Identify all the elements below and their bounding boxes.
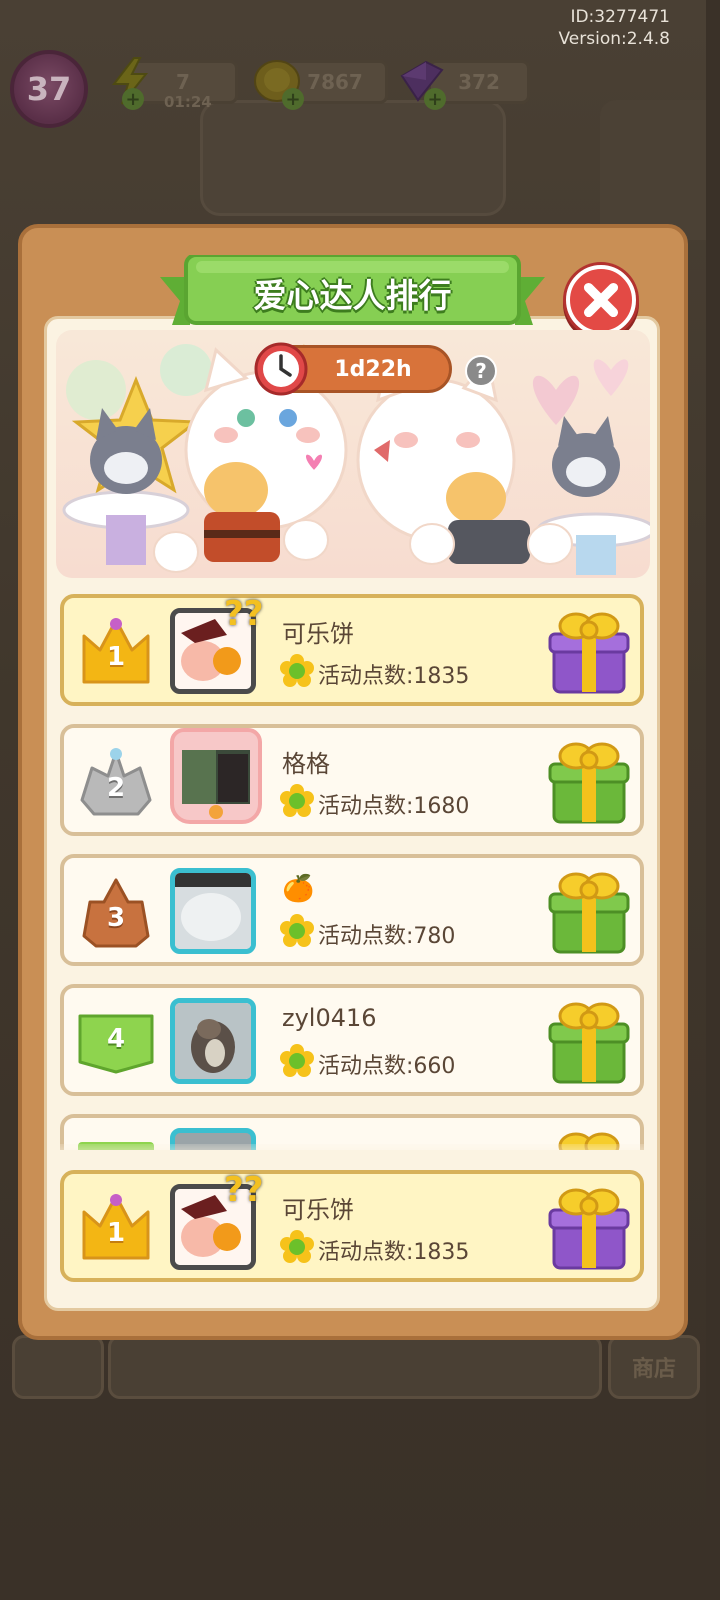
ranking-list[interactable]: 1 ?? 可乐饼 活动点数:1835 2 格格 活动点数:1680 3 🍊 活动…	[56, 590, 650, 1150]
list-fade	[56, 1144, 650, 1164]
player-id: ID:3277471	[570, 7, 670, 27]
ranking-row[interactable]: 1 ?? 可乐饼 活动点数:1835	[60, 594, 644, 706]
flower-icon	[280, 654, 314, 687]
help-icon: ?	[475, 359, 487, 383]
question-decoration: ??	[224, 1170, 264, 1210]
close-button[interactable]	[566, 265, 636, 335]
add-coin-icon: +	[282, 88, 304, 110]
my-rank-number: 1	[106, 1218, 126, 1248]
clock-icon	[254, 342, 308, 396]
avatar[interactable]	[170, 998, 256, 1084]
avatar-image	[175, 873, 251, 949]
ranking-row[interactable]: 2 格格 活动点数:1680	[60, 724, 644, 836]
shop-button: 商店	[608, 1335, 700, 1399]
gem-value: 372	[458, 70, 500, 94]
rank-number: 2	[106, 773, 126, 803]
flower-icon	[280, 1230, 314, 1263]
flower-icon	[280, 784, 314, 817]
rank-number: 4	[106, 1024, 126, 1054]
countdown-text: 1d22h	[334, 356, 412, 382]
version-label: Version:2.4.8	[558, 29, 671, 49]
rank-number: 1	[106, 642, 126, 672]
add-gem-icon: +	[424, 88, 446, 110]
ranking-row[interactable]: 3 🍊 活动点数:780	[60, 854, 644, 966]
avatar[interactable]	[170, 868, 256, 954]
player-level: 37	[26, 70, 72, 108]
my-player-name: 可乐饼	[282, 1196, 354, 1224]
my-rank-row: 1 ?? 可乐饼 活动点数:1835	[60, 1170, 644, 1282]
modal-title-wrap: 爱心达人排行	[160, 255, 545, 333]
question-decoration: ??	[224, 594, 264, 634]
purple-gift-icon[interactable]	[544, 1182, 634, 1272]
avatar-image	[175, 1003, 251, 1079]
ranking-row[interactable]: 4 zyl0416 活动点数:660	[60, 984, 644, 1096]
player-name: zyl0416	[282, 1004, 377, 1032]
player-name: 格格	[282, 750, 330, 778]
add-energy-icon: +	[122, 88, 144, 110]
player-level-badge: 37	[10, 50, 88, 128]
rank-number: 3	[106, 903, 126, 933]
build-info: ID:3277471 Version:2.4.8	[559, 6, 671, 50]
my-activity-points: 活动点数:1835	[318, 1240, 470, 1265]
activity-points: 活动点数:1680	[318, 794, 470, 819]
avatar[interactable]	[170, 728, 262, 824]
flower-icon	[280, 1044, 314, 1077]
activity-points: 活动点数:780	[318, 924, 456, 949]
flower-icon	[280, 914, 314, 947]
activity-points: 活动点数:1835	[318, 664, 470, 689]
green-gift-icon[interactable]	[544, 996, 634, 1086]
background-shelf	[200, 100, 506, 216]
green-gift-icon[interactable]	[544, 736, 634, 826]
avatar-image	[182, 750, 250, 819]
energy-timer: 01:24	[164, 93, 212, 111]
background-bottom-bar	[108, 1335, 602, 1399]
green-gift-icon[interactable]	[544, 866, 634, 956]
purple-gift-icon[interactable]	[544, 606, 634, 696]
player-name: 🍊	[282, 874, 315, 904]
coin-value: 7867	[307, 70, 363, 94]
background-left-button	[12, 1335, 104, 1399]
energy-value: 7	[176, 70, 190, 94]
background-cabinet	[600, 100, 706, 240]
help-button[interactable]: ?	[465, 355, 497, 387]
close-icon	[583, 282, 619, 318]
activity-points: 活动点数:660	[318, 1054, 456, 1079]
player-name: 可乐饼	[282, 620, 354, 648]
modal-title: 爱心达人排行	[253, 276, 452, 315]
